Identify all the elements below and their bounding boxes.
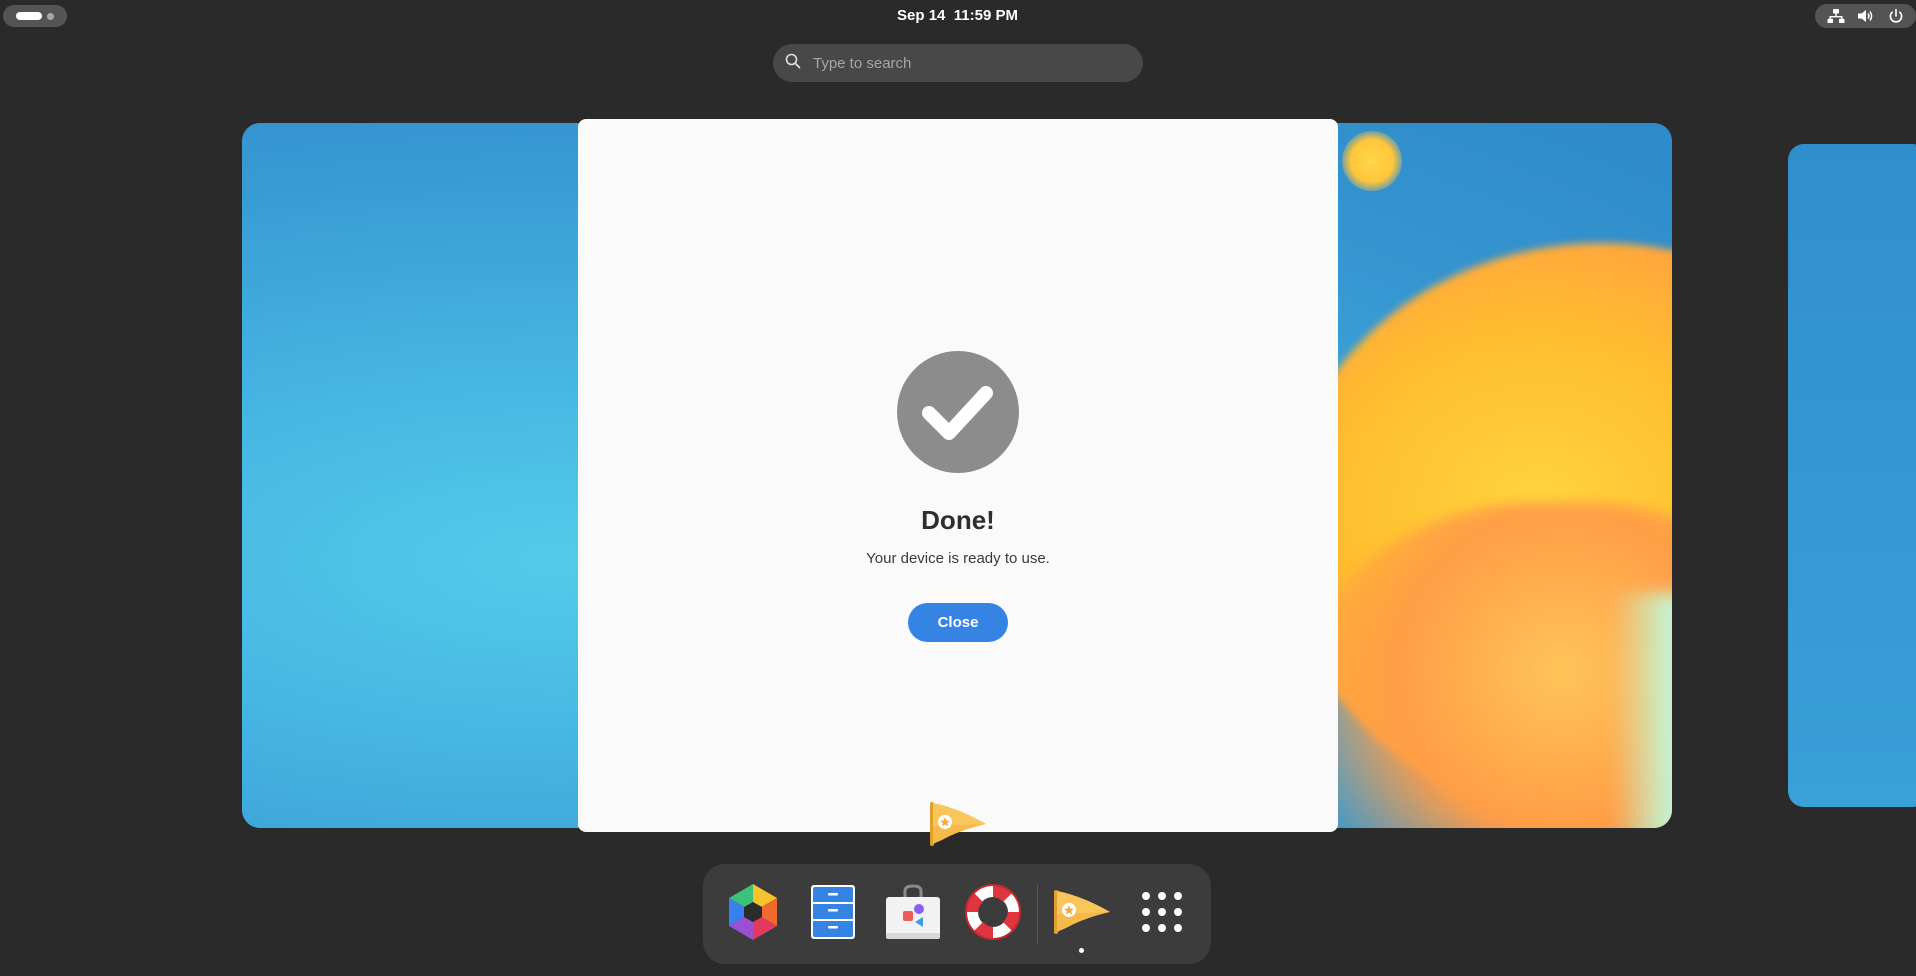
dock-app-initial-setup[interactable]: [1051, 882, 1115, 946]
dock-app-color[interactable]: [721, 882, 785, 946]
file-cabinet-icon: [809, 883, 857, 946]
pennant-flag-icon[interactable]: [928, 800, 990, 848]
clock-date: Sep 14: [897, 7, 946, 24]
lifebuoy-icon: [962, 881, 1024, 948]
dialog-subtitle: Your device is ready to use.: [866, 550, 1050, 567]
store-bag-icon: [883, 883, 943, 946]
clock[interactable]: Sep 14 11:59 PM: [880, 5, 1035, 27]
search-icon: [785, 53, 801, 74]
volume-icon: [1857, 8, 1875, 24]
checkmark-circle-icon: [897, 351, 1019, 473]
system-status-menu[interactable]: [1815, 4, 1916, 28]
activities-button[interactable]: [3, 5, 67, 27]
search-bar[interactable]: [773, 44, 1143, 82]
network-wired-icon: [1827, 8, 1845, 24]
dock: [703, 864, 1211, 964]
wallpaper-shape: [1342, 131, 1402, 191]
next-workspace-thumbnail[interactable]: [1788, 144, 1916, 807]
search-input[interactable]: [811, 53, 1125, 73]
power-icon: [1888, 8, 1904, 24]
pennant-flag-icon: [1052, 888, 1114, 941]
hexagon-palette-icon: [723, 882, 783, 947]
close-button[interactable]: Close: [908, 603, 1008, 642]
setup-window[interactable]: Done! Your device is ready to use. Close: [578, 119, 1338, 832]
dock-app-help[interactable]: [961, 882, 1025, 946]
dock-app-files[interactable]: [801, 882, 865, 946]
running-indicator: [1079, 948, 1084, 953]
dock-separator: [1037, 884, 1038, 944]
dock-app-software[interactable]: [881, 882, 945, 946]
workspace-indicator-inactive: [47, 12, 54, 20]
show-applications-button[interactable]: [1130, 882, 1194, 946]
app-grid-icon: [1140, 890, 1184, 939]
desktop-overview: Sep 14 11:59 PM Type to search Done! You…: [0, 0, 1916, 976]
top-bar: Sep 14 11:59 PM: [0, 0, 1916, 32]
dialog-title: Done!: [921, 505, 995, 535]
clock-time: 11:59 PM: [953, 7, 1018, 24]
workspace-indicator-active: [16, 12, 42, 20]
wallpaper-shape: [1612, 593, 1672, 828]
